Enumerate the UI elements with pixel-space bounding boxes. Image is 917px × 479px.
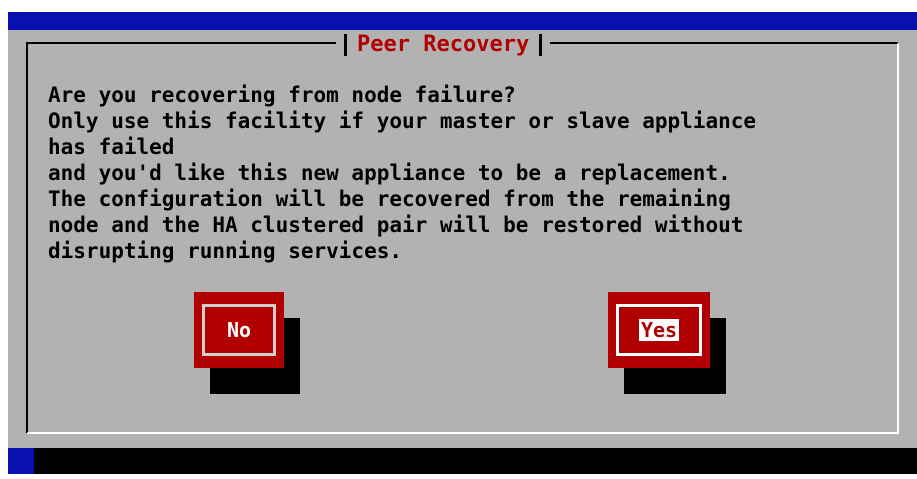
dialog-shadow-bottom bbox=[34, 448, 917, 474]
console-screen: Peer Recovery Are you recovering from no… bbox=[0, 0, 917, 479]
dialog-title-bar: Peer Recovery bbox=[336, 30, 551, 60]
dialog-title: Peer Recovery bbox=[357, 32, 530, 57]
no-button-label: No bbox=[226, 318, 252, 342]
yes-button[interactable]: Yes bbox=[608, 292, 710, 368]
no-button-border: No bbox=[202, 304, 276, 356]
title-right-bracket bbox=[539, 34, 543, 56]
no-button[interactable]: No bbox=[194, 292, 284, 368]
dialog-message: Are you recovering from node failure? On… bbox=[48, 83, 757, 263]
yes-button-label: Yes bbox=[638, 318, 680, 342]
yes-button-border: Yes bbox=[616, 304, 702, 356]
